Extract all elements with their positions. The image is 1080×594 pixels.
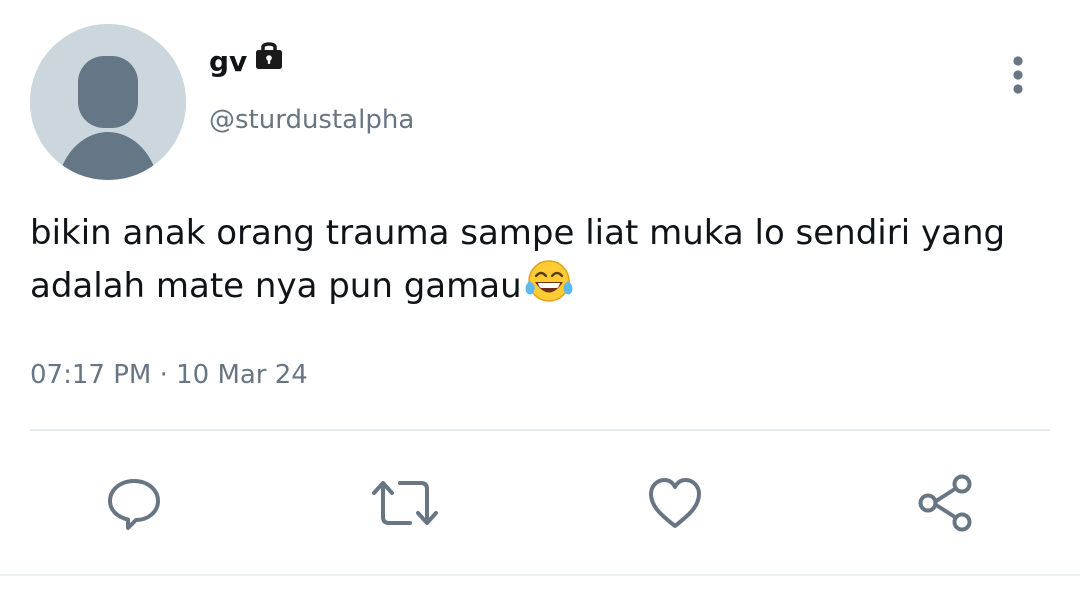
- retweet-arrows-icon: [372, 481, 438, 525]
- user-handle[interactable]: @sturdustalpha: [209, 102, 414, 138]
- like-button[interactable]: [640, 468, 710, 538]
- default-avatar-icon: [30, 24, 186, 180]
- author-name-row: gv: [209, 42, 285, 82]
- tweet-actions: [0, 468, 1080, 538]
- heart-icon: [649, 478, 701, 528]
- vertical-ellipsis-icon: [1013, 56, 1023, 94]
- face-with-tears-of-joy-icon: [523, 259, 575, 318]
- tweet-text-content: bikin anak orang trauma sampe liat muka …: [30, 213, 1006, 306]
- tweet-timestamp[interactable]: 07:17 PM · 10 Mar 24: [30, 356, 308, 394]
- reply-button[interactable]: [99, 468, 169, 538]
- avatar[interactable]: [30, 24, 186, 180]
- bottom-border: [0, 574, 1080, 576]
- retweet-button[interactable]: [370, 468, 440, 538]
- share-icon: [918, 474, 972, 532]
- tweet-text: bikin anak orang trauma sampe liat muka …: [30, 208, 1040, 318]
- more-options-button[interactable]: [998, 54, 1038, 96]
- comment-bubble-icon: [108, 479, 160, 530]
- divider: [30, 429, 1050, 431]
- display-name[interactable]: gv: [209, 42, 247, 82]
- lock-icon: [253, 39, 285, 75]
- share-button[interactable]: [910, 468, 980, 538]
